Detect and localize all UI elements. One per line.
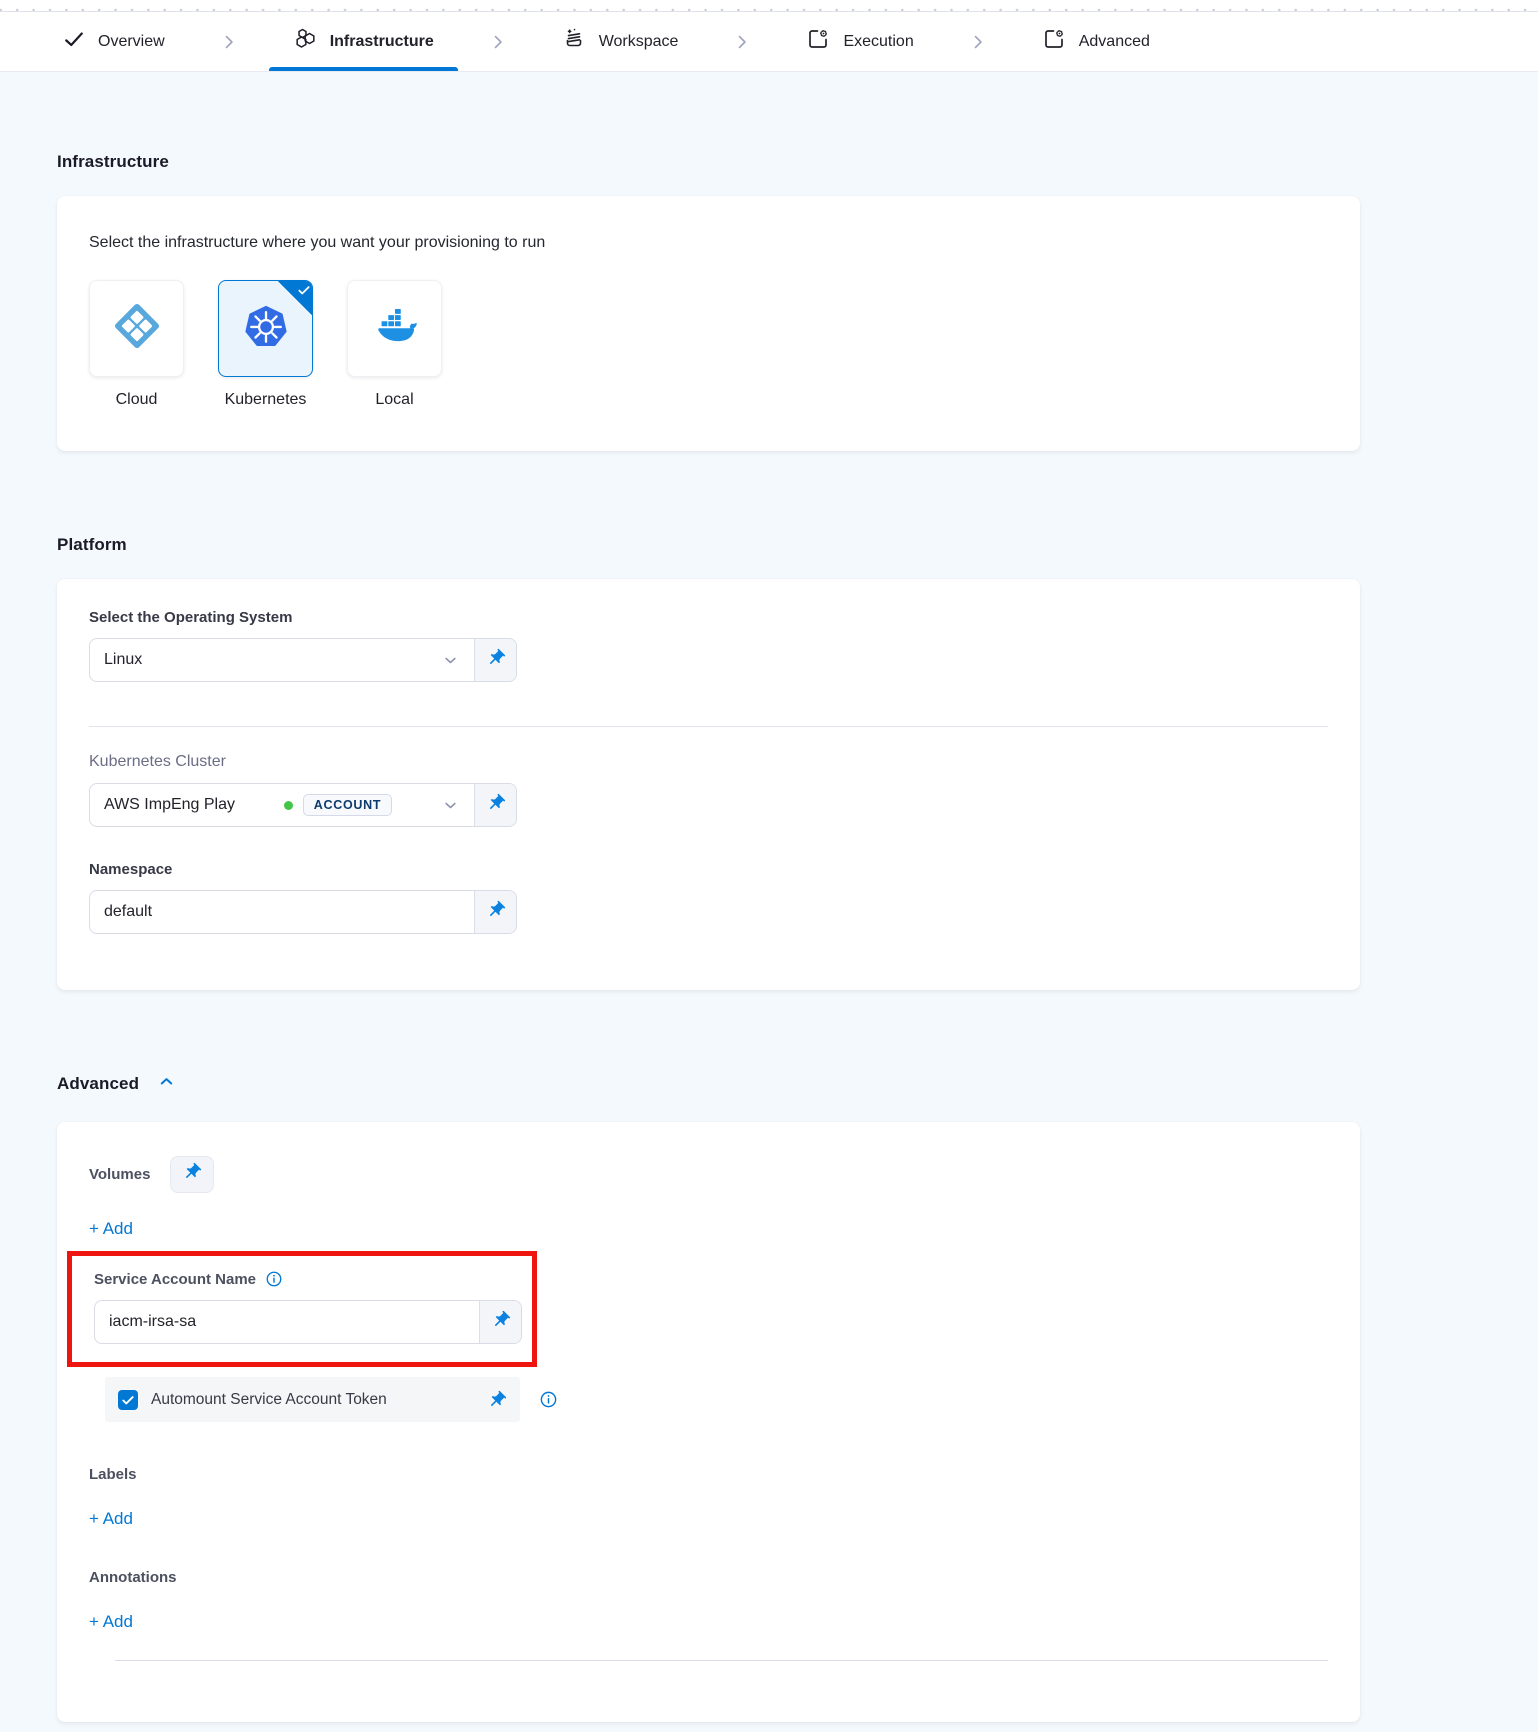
selected-check-icon [277, 280, 313, 316]
advanced-icon [1042, 27, 1066, 56]
pin-icon [491, 1310, 511, 1335]
pin-icon [486, 900, 506, 925]
namespace-input-group [89, 890, 517, 934]
workspace-icon [562, 27, 586, 56]
service-account-input-group [94, 1300, 522, 1344]
namespace-field-label: Namespace [89, 861, 1328, 878]
chevron-right-icon [968, 32, 988, 52]
tab-label: Workspace [599, 33, 679, 51]
chevron-down-icon[interactable] [441, 796, 460, 815]
chevron-right-icon [219, 32, 239, 52]
connector-status-dot [284, 801, 293, 810]
pin-icon [486, 793, 506, 818]
canvas-dots-strip [0, 0, 1538, 12]
chevron-up-icon [157, 1072, 176, 1096]
cluster-pin-button[interactable] [474, 784, 516, 826]
cluster-select-value: AWS ImpEng Play [104, 796, 235, 814]
execution-icon [806, 27, 830, 56]
add-volume-link[interactable]: + Add [89, 1219, 133, 1239]
chevron-right-icon [732, 32, 752, 52]
volumes-label: Volumes [89, 1166, 150, 1183]
collapse-advanced-button[interactable] [157, 1072, 176, 1096]
infrastructure-icon [293, 27, 317, 56]
advanced-card: Volumes + Add Service Account Name [57, 1122, 1360, 1722]
cluster-select[interactable]: AWS ImpEng Play ACCOUNT [89, 783, 517, 827]
cluster-field-label: Kubernetes Cluster [89, 753, 1328, 771]
highlight-rectangle: Service Account Name [67, 1251, 537, 1367]
service-account-input[interactable] [109, 1313, 465, 1331]
automount-pin-button[interactable] [487, 1390, 507, 1410]
service-account-pin-button[interactable] [479, 1301, 521, 1343]
tab-advanced[interactable]: Advanced [1018, 12, 1174, 71]
advanced-section-heading: Advanced [57, 1074, 139, 1094]
os-field-label: Select the Operating System [89, 609, 1328, 626]
tab-label: Advanced [1079, 33, 1150, 51]
info-icon[interactable] [265, 1270, 283, 1288]
docker-icon [372, 303, 418, 354]
platform-divider [89, 726, 1328, 727]
add-annotation-link[interactable]: + Add [89, 1612, 133, 1632]
infrastructure-option-kubernetes[interactable]: Kubernetes [218, 280, 313, 409]
infrastructure-options: Cloud [89, 280, 1328, 409]
info-icon[interactable] [539, 1390, 558, 1409]
chevron-down-icon[interactable] [441, 651, 460, 670]
tab-overview[interactable]: Overview [39, 12, 189, 71]
automount-checkbox[interactable] [118, 1390, 138, 1410]
os-select[interactable]: Linux [89, 638, 517, 682]
platform-section-heading: Platform [57, 535, 1360, 555]
option-label-local: Local [375, 391, 413, 409]
pin-icon [486, 648, 506, 673]
platform-card: Select the Operating System Linux Kubern… [57, 579, 1360, 990]
option-label-kubernetes: Kubernetes [225, 391, 307, 409]
os-select-value: Linux [104, 651, 142, 669]
scope-badge: ACCOUNT [303, 794, 392, 817]
add-label-link[interactable]: + Add [89, 1509, 133, 1529]
tab-label: Execution [843, 33, 913, 51]
check-icon [63, 28, 85, 55]
volumes-pin-button[interactable] [170, 1156, 214, 1193]
cloud-icon [114, 303, 160, 354]
option-label-cloud: Cloud [116, 391, 158, 409]
annotations-label: Annotations [89, 1569, 1328, 1586]
infrastructure-card: Select the infrastructure where you want… [57, 196, 1360, 451]
tab-label: Overview [98, 33, 165, 51]
service-account-name-label: Service Account Name [94, 1271, 256, 1288]
pin-icon [182, 1162, 202, 1187]
tab-execution[interactable]: Execution [782, 12, 937, 71]
tab-label: Infrastructure [330, 33, 434, 51]
infrastructure-description: Select the infrastructure where you want… [89, 234, 1328, 252]
infrastructure-section-heading: Infrastructure [57, 152, 1360, 172]
infrastructure-option-cloud[interactable]: Cloud [89, 280, 184, 409]
labels-label: Labels [89, 1466, 1328, 1483]
advanced-bottom-divider [115, 1660, 1328, 1661]
wizard-tabbar: Overview Infrastructure Workspace [0, 12, 1538, 72]
tab-infrastructure[interactable]: Infrastructure [269, 12, 458, 71]
os-pin-button[interactable] [474, 639, 516, 681]
chevron-right-icon [488, 32, 508, 52]
tab-workspace[interactable]: Workspace [538, 12, 703, 71]
infrastructure-option-local[interactable]: Local [347, 280, 442, 409]
namespace-pin-button[interactable] [474, 891, 516, 933]
automount-label: Automount Service Account Token [151, 1391, 387, 1409]
automount-row: Automount Service Account Token [105, 1377, 520, 1422]
namespace-input[interactable] [104, 903, 460, 921]
